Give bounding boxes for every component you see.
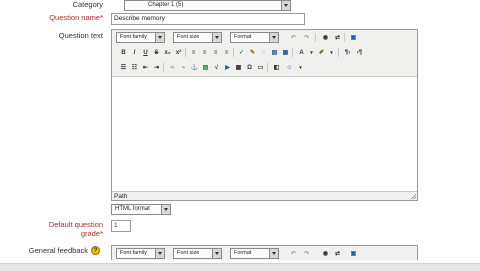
numbered-list-icon[interactable]: ☷ <box>129 62 140 74</box>
question-text-editor[interactable]: Font family Font size Format ↶ ↷ ◉ ⇄ ▣ B… <box>111 29 418 201</box>
required-mark: * <box>100 229 103 238</box>
italic-icon[interactable]: I <box>129 47 140 59</box>
find-icon[interactable]: ◉ <box>320 32 331 44</box>
find-icon[interactable]: ◉ <box>320 248 331 260</box>
font-family-select-value: Font family <box>120 34 147 40</box>
ltr-icon[interactable]: ¶› <box>342 47 353 59</box>
chevron-down-icon <box>155 33 164 42</box>
toolbar-row-1: Font family Font size Format ↶ ↷ ◉ ⇄ ▣ <box>114 32 414 44</box>
font-size-select-value: Font size <box>177 250 200 256</box>
required-mark: * <box>100 13 103 22</box>
redo-icon[interactable]: ↷ <box>301 248 312 260</box>
cleanup-icon[interactable]: ◌ <box>258 47 269 59</box>
toolbar-separator <box>233 48 234 57</box>
feedback-editor[interactable]: Font family Font size Format ↶ ↷ ◉ ⇄ ▣ <box>111 245 418 260</box>
category-label: Category <box>72 0 103 9</box>
underline-icon[interactable]: U <box>140 47 151 59</box>
editor-content-area[interactable] <box>112 77 417 192</box>
chevron-down-icon <box>269 249 278 258</box>
paste-text-icon[interactable]: ▦ <box>280 47 291 59</box>
bold-icon[interactable]: B <box>118 47 129 59</box>
html-icon[interactable]: ◧ <box>271 62 282 74</box>
toolbar-row-3: ☰ ☷ ⇤ ⇥ ∞ ⌁ ⚓ ▧ √ ▶ ▦ Ω ▭ ◧ ☺ ▾ <box>114 62 414 74</box>
font-family-select[interactable]: Font family <box>116 32 165 43</box>
fullscreen-icon[interactable]: ▣ <box>348 248 359 260</box>
toolbar-row-2: B I U S x₂ x² ≡ ≡ ≡ ≡ ✓ ✎ ◌ ▤ ▦ A ▾ ✐ ▾ … <box>114 47 414 59</box>
align-center-icon[interactable]: ≡ <box>199 47 210 59</box>
special-char-icon[interactable]: Ω <box>244 62 255 74</box>
anchor-icon[interactable]: ⚓ <box>189 62 200 74</box>
undo-icon[interactable]: ↶ <box>288 32 299 44</box>
html-format-select[interactable]: HTML format <box>111 204 171 215</box>
format-select-value: Format <box>234 34 252 40</box>
format-select[interactable]: Format <box>230 248 279 259</box>
align-left-icon[interactable]: ≡ <box>188 47 199 59</box>
emoticon-icon[interactable]: ☺ <box>284 62 295 74</box>
toolbar-separator <box>315 33 316 42</box>
image-icon[interactable]: ▧ <box>200 62 211 74</box>
category-select[interactable]: Chapter 1 (5) <box>124 0 291 11</box>
link-icon[interactable]: ∞ <box>167 62 178 74</box>
chevron-down-icon <box>281 1 290 10</box>
toolbar-separator <box>338 48 339 57</box>
font-size-select[interactable]: Font size <box>173 248 222 259</box>
question-name-input[interactable]: Describe memory <box>111 13 305 25</box>
font-family-select-value: Font family <box>120 250 147 256</box>
redo-icon[interactable]: ↷ <box>301 32 312 44</box>
nonbreaking-icon[interactable]: ▭ <box>255 62 266 74</box>
default-grade-input[interactable]: 1 <box>111 220 131 232</box>
font-family-select[interactable]: Font family <box>116 248 165 259</box>
chevron-down-icon[interactable]: ▾ <box>326 47 337 59</box>
rtl-icon[interactable]: ‹¶ <box>354 47 365 59</box>
format-select[interactable]: Format <box>230 32 279 43</box>
spellcheck-icon[interactable]: ✓ <box>236 47 247 59</box>
default-grade-label-line1: Default question <box>48 220 103 229</box>
toolbar-separator <box>344 33 345 42</box>
chevron-down-icon <box>161 205 170 214</box>
html-format-select-value: HTML format <box>115 206 150 212</box>
format-select-value: Format <box>234 250 252 256</box>
path-label: Path <box>114 193 128 200</box>
table-icon[interactable]: ▦ <box>233 62 244 74</box>
unlink-icon[interactable]: ⌁ <box>178 62 189 74</box>
default-grade-label-line2: grade <box>80 229 101 238</box>
toolbar-separator <box>185 48 186 57</box>
font-size-select-value: Font size <box>177 34 200 40</box>
equation-icon[interactable]: √ <box>211 62 222 74</box>
chevron-down-icon[interactable]: ▾ <box>295 62 306 74</box>
font-size-select[interactable]: Font size <box>173 32 222 43</box>
replace-icon[interactable]: ⇄ <box>332 32 343 44</box>
chevron-down-icon <box>212 33 221 42</box>
undo-icon[interactable]: ↶ <box>288 248 299 260</box>
indent-icon[interactable]: ⇥ <box>151 62 162 74</box>
resize-handle-icon[interactable] <box>411 194 416 199</box>
default-grade-label: Default question grade* <box>20 220 103 238</box>
clean-icon[interactable]: ✎ <box>247 47 258 59</box>
editor-toolbar: Font family Font size Format ↶ ↷ ◉ ⇄ ▣ B… <box>112 30 417 77</box>
paste-word-icon[interactable]: ▤ <box>269 47 280 59</box>
subscript-icon[interactable]: x₂ <box>162 47 173 59</box>
replace-icon[interactable]: ⇄ <box>332 248 343 260</box>
question-name-label: Question name* <box>49 13 103 22</box>
outdent-icon[interactable]: ⇤ <box>140 62 151 74</box>
media-icon[interactable]: ▶ <box>222 62 233 74</box>
bullet-list-icon[interactable]: ☰ <box>118 62 129 74</box>
chevron-down-icon <box>155 249 164 258</box>
justify-icon[interactable]: ≡ <box>221 47 232 59</box>
question-text-label: Question text <box>58 31 103 40</box>
help-icon[interactable]: ? <box>91 246 100 255</box>
chevron-down-icon <box>269 33 278 42</box>
chevron-down-icon <box>212 249 221 258</box>
category-select-value: Chapter 1 (5) <box>148 2 184 8</box>
editor-path-bar: Path <box>112 191 417 200</box>
superscript-icon[interactable]: x² <box>173 47 184 59</box>
toolbar-separator <box>267 63 268 72</box>
fullscreen-icon[interactable]: ▣ <box>348 32 359 44</box>
general-feedback-label: General feedback <box>28 246 88 255</box>
align-right-icon[interactable]: ≡ <box>210 47 221 59</box>
strikethrough-icon[interactable]: S <box>151 47 162 59</box>
toolbar-separator <box>163 63 164 72</box>
toolbar-separator <box>292 48 293 57</box>
